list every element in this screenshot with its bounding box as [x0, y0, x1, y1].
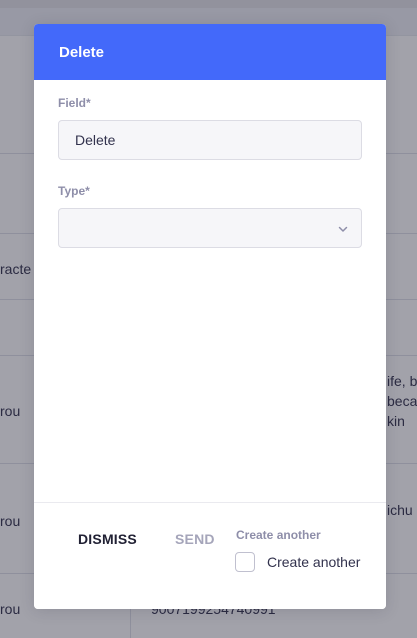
- modal-title: Delete: [59, 43, 105, 61]
- type-group: Type*: [58, 184, 362, 248]
- chevron-down-icon: [338, 226, 348, 232]
- type-select[interactable]: [58, 208, 362, 248]
- modal-footer: DISMISS SEND Create another Create anoth…: [34, 502, 386, 609]
- field-group: Field*: [58, 96, 362, 160]
- dismiss-button[interactable]: DISMISS: [78, 531, 137, 547]
- create-another-heading: Create another: [236, 528, 321, 542]
- create-another-toggle[interactable]: Create another: [235, 552, 360, 572]
- field-input[interactable]: [58, 120, 362, 160]
- modal-header: Delete: [34, 24, 386, 80]
- field-label: Field*: [58, 96, 91, 110]
- create-another-checkbox-label[interactable]: Create another: [267, 554, 360, 570]
- send-button[interactable]: SEND: [175, 531, 215, 547]
- modal-body: Field* Type*: [34, 80, 386, 248]
- create-another-checkbox[interactable]: [235, 552, 255, 572]
- delete-modal: Delete Field* Type* DISMISS SEND Create …: [34, 24, 386, 609]
- type-label: Type*: [58, 184, 90, 198]
